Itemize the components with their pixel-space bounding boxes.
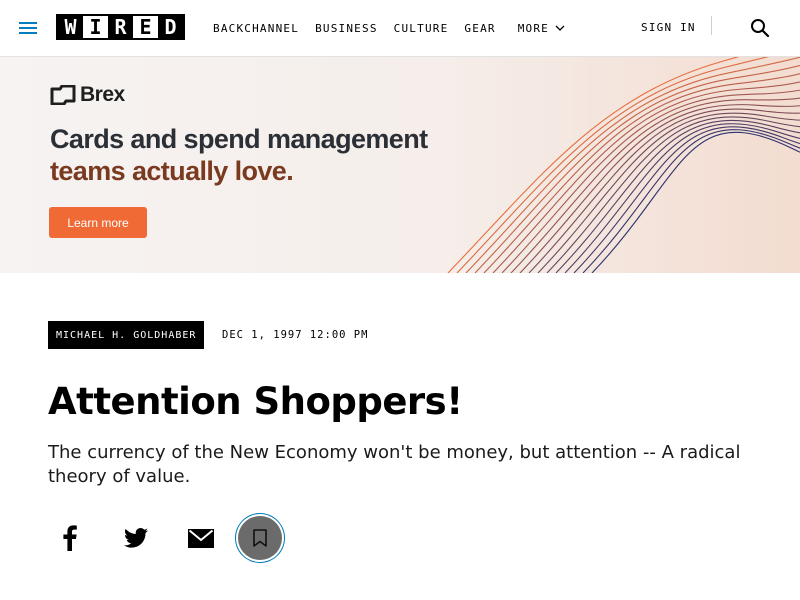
article-dek: The currency of the New Economy won't be… xyxy=(48,442,741,487)
brex-logo-wordmark: Brex xyxy=(80,83,125,106)
wired-logo[interactable]: W I R E D xyxy=(56,14,185,40)
save-article-button[interactable] xyxy=(238,516,282,560)
site-header: W I R E D BACKCHANNEL BUSINESS CULTURE G… xyxy=(0,0,800,57)
twitter-icon xyxy=(124,528,148,548)
hamburger-menu-icon[interactable] xyxy=(19,20,37,36)
share-twitter-button[interactable] xyxy=(114,516,158,560)
nav-link-gear[interactable]: GEAR xyxy=(464,22,495,35)
chevron-down-icon xyxy=(555,25,565,31)
share-email-button[interactable] xyxy=(179,516,223,560)
sign-in-link[interactable]: SIGN IN xyxy=(641,21,696,34)
ad-wave-line xyxy=(546,116,800,273)
ad-wave-line xyxy=(456,57,770,273)
nav-link-culture[interactable]: CULTURE xyxy=(394,22,449,35)
ad-wave-line xyxy=(564,123,800,273)
logo-letter: D xyxy=(158,16,183,38)
ad-wave-line xyxy=(591,131,800,273)
ad-headline-line-1: Cards and spend management xyxy=(50,124,428,154)
facebook-icon xyxy=(63,525,77,551)
nav-more-label: MORE xyxy=(517,21,550,35)
header-divider xyxy=(711,16,712,35)
brex-logo-mark-icon xyxy=(50,85,76,105)
logo-letter: R xyxy=(108,16,133,38)
ad-wave-line xyxy=(447,57,740,273)
share-facebook-button[interactable] xyxy=(48,516,92,560)
ad-wave-line xyxy=(519,104,800,273)
nav-more-dropdown[interactable]: MORE xyxy=(518,22,565,35)
logo-letter: W xyxy=(58,16,83,38)
ad-wave-line xyxy=(474,64,800,273)
ad-banner[interactable]: Brex Cards and spend management teams ac… xyxy=(0,57,800,273)
ad-wave-line xyxy=(465,57,800,273)
nav-link-backchannel[interactable]: BACKCHANNEL xyxy=(213,22,299,35)
primary-nav: BACKCHANNEL BUSINESS CULTURE GEAR MORE xyxy=(213,0,565,56)
article-title: Attention Shoppers! xyxy=(48,380,463,423)
ad-headline-line-2: teams actually love. xyxy=(50,156,294,186)
logo-letter: I xyxy=(83,16,108,38)
bookmark-icon xyxy=(253,529,267,547)
nav-link-business[interactable]: BUSINESS xyxy=(315,22,378,35)
search-icon[interactable] xyxy=(750,18,770,38)
brex-logo: Brex xyxy=(50,83,125,107)
publish-date: DEC 1, 1997 12:00 PM xyxy=(222,329,369,341)
email-icon xyxy=(188,528,214,548)
ad-wave-line xyxy=(537,112,800,273)
logo-letter: E xyxy=(133,16,158,38)
ad-learn-more-button[interactable]: Learn more xyxy=(49,207,147,238)
ad-headline: Cards and spend management teams actuall… xyxy=(50,123,428,187)
author-byline[interactable]: MICHAEL H. GOLDHABER xyxy=(48,321,205,349)
